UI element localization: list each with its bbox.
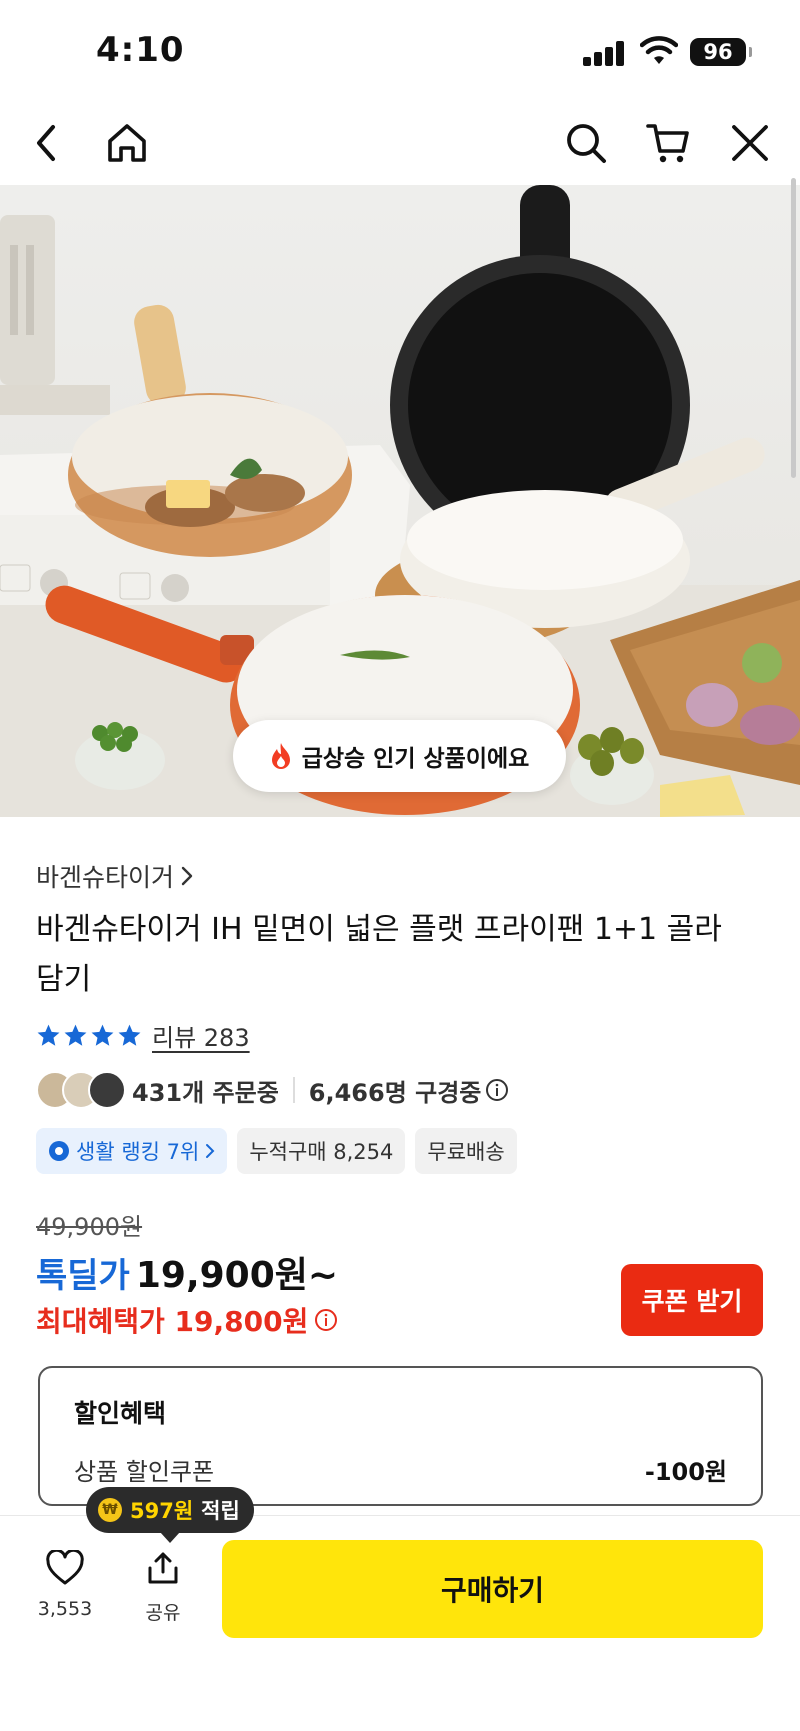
like-count: 3,553 xyxy=(37,1598,93,1620)
cart-icon xyxy=(646,124,689,163)
star-icon xyxy=(64,1024,87,1046)
product-chips: 생활 랭킹 7위 누적구매 8,254 무료배송 xyxy=(36,1128,517,1174)
share-button[interactable]: 공유 xyxy=(118,1550,208,1625)
battery-icon: 96 xyxy=(690,38,752,66)
gear-badge-icon xyxy=(49,1141,69,1161)
discount-row-amount: -100원 xyxy=(644,1458,727,1486)
star-icon xyxy=(118,1024,141,1046)
buy-button[interactable]: 구매하기 xyxy=(222,1540,763,1638)
deal-price-row: 톡딜가 19,900원~ xyxy=(36,1246,338,1298)
close-button[interactable] xyxy=(720,113,780,173)
discount-benefit-box: 할인혜택 상품 할인쿠폰 -100원 xyxy=(38,1366,763,1506)
cumulative-purchase-label: 누적구매 8,254 xyxy=(249,1140,394,1164)
like-button[interactable]: 3,553 xyxy=(20,1550,110,1620)
fire-icon xyxy=(271,743,290,769)
back-button[interactable] xyxy=(16,113,76,173)
review-link[interactable]: 리뷰 283 xyxy=(152,1018,250,1053)
search-button[interactable] xyxy=(556,113,616,173)
trending-badge-text: 급상승 인기 상품이에요 xyxy=(301,746,530,772)
cart-button[interactable] xyxy=(638,113,698,173)
trending-badge: 급상승 인기 상품이에요 xyxy=(233,720,566,792)
star-icon xyxy=(37,1024,60,1046)
points-value: 597원 xyxy=(130,1499,194,1523)
divider xyxy=(292,1077,295,1103)
product-title: 바겐슈타이거 IH 밑면이 넓은 플랫 프라이팬 1+1 골라담기 xyxy=(36,912,722,997)
get-coupon-button[interactable]: 쿠폰 받기 xyxy=(621,1264,763,1336)
discount-row: 상품 할인쿠폰 -100원 xyxy=(74,1452,727,1487)
signal-icon xyxy=(583,40,627,66)
star-icon xyxy=(91,1024,114,1046)
brand-name: 바겐슈타이거 xyxy=(36,863,175,892)
share-label: 공유 xyxy=(145,1602,181,1624)
search-icon xyxy=(567,124,606,163)
share-icon xyxy=(148,1552,178,1584)
chevron-right-icon xyxy=(181,866,193,886)
discount-row-label: 상품 할인쿠폰 xyxy=(74,1458,215,1486)
deal-label: 톡딜가 xyxy=(36,1256,130,1296)
chevron-left-icon xyxy=(37,125,55,161)
discount-title: 할인혜택 xyxy=(74,1399,167,1428)
buyer-avatars xyxy=(36,1071,132,1109)
wifi-icon xyxy=(640,36,678,64)
max-benefit-text: 최대혜택가 19,800원 xyxy=(36,1305,309,1338)
info-icon[interactable] xyxy=(485,1078,509,1102)
top-nav xyxy=(0,105,800,185)
max-benefit-price[interactable]: 최대혜택가 19,800원 xyxy=(36,1300,338,1340)
deal-price: 19,900원~ xyxy=(135,1255,339,1296)
coin-icon: ₩ xyxy=(98,1498,122,1522)
home-icon xyxy=(108,124,146,162)
heart-icon xyxy=(46,1550,84,1585)
brand-link[interactable]: 바겐슈타이거 xyxy=(36,858,194,894)
rating-row: 리뷰 283 xyxy=(36,1018,250,1053)
ranking-chip[interactable]: 생활 랭킹 7위 xyxy=(36,1128,228,1174)
viewer-count: 6,466명 구경중 xyxy=(308,1078,482,1107)
ranking-chip-label: 생활 랭킹 7위 xyxy=(76,1140,200,1164)
close-icon xyxy=(732,125,768,161)
avatar xyxy=(88,1071,126,1109)
scrollbar[interactable] xyxy=(791,178,796,478)
info-icon xyxy=(315,1309,338,1331)
cumulative-purchase-chip: 누적구매 8,254 xyxy=(237,1128,406,1174)
status-bar: 4:10 96 xyxy=(0,0,800,105)
home-button[interactable] xyxy=(97,113,157,173)
star-rating xyxy=(36,1023,142,1048)
points-label: 적립 xyxy=(201,1499,240,1523)
free-shipping-chip: 무료배송 xyxy=(415,1128,517,1174)
social-proof-row: 431개 주문중 6,466명 구경중 xyxy=(36,1070,509,1110)
chevron-right-icon xyxy=(206,1144,215,1158)
points-tooltip: ₩ 597원 적립 xyxy=(86,1487,254,1543)
order-count: 431개 주문중 xyxy=(132,1078,279,1107)
status-time: 4:10 xyxy=(96,30,185,70)
original-price: 49,900원 xyxy=(36,1213,143,1241)
free-shipping-label: 무료배송 xyxy=(427,1140,505,1164)
